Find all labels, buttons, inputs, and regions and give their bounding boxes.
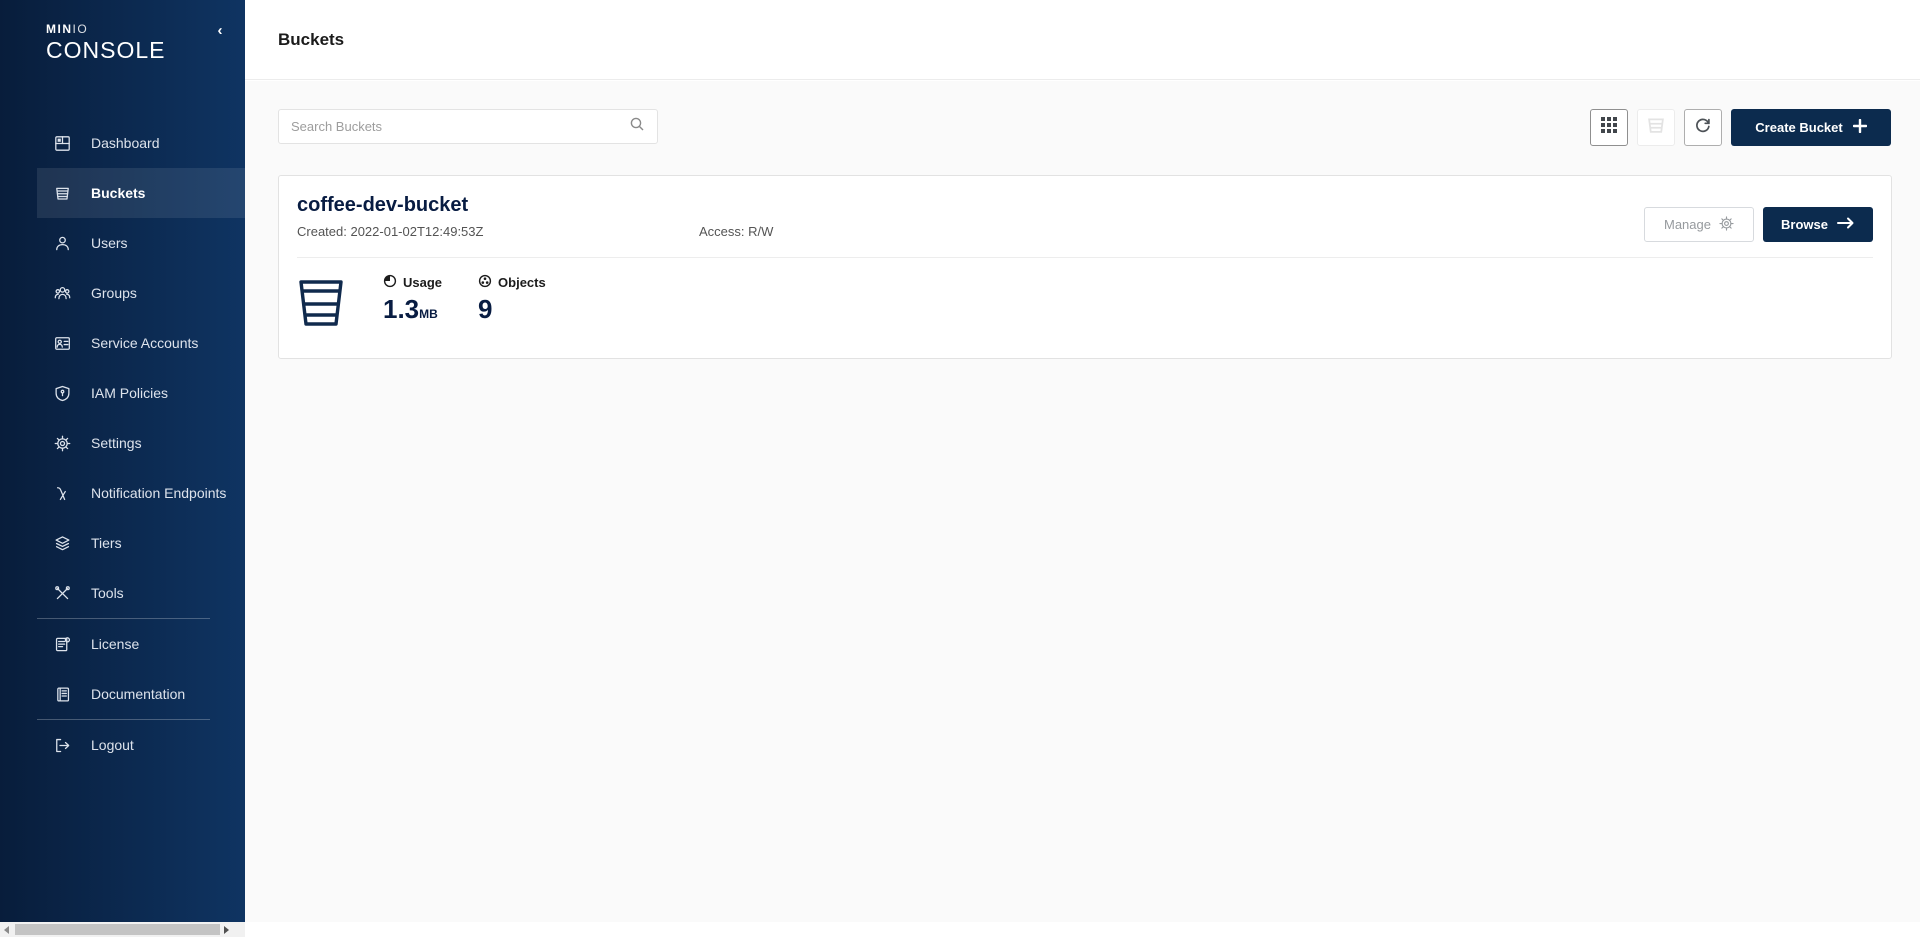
sidebar-item-iam-policies[interactable]: IAM Policies [37,368,245,418]
objects-icon [478,274,492,291]
bucket-meta-row: Created: 2022-01-02T12:49:53Z Access: R/… [297,224,773,239]
sidebar-item-label: Documentation [91,686,185,702]
sidebar-item-label: IAM Policies [91,385,168,401]
page-header: Buckets [245,0,1920,80]
id-card-icon [53,334,71,352]
bucket-icon [53,184,71,202]
grid-view-button[interactable] [1590,109,1628,146]
refresh-icon [1694,116,1712,139]
brand-bold: MIN [46,22,73,36]
bucket-icon [297,274,345,330]
search-box [278,109,658,144]
page-title: Buckets [278,30,344,50]
plus-icon [1853,119,1867,136]
sidebar-item-buckets[interactable]: Buckets [37,168,245,218]
sidebar-item-label: Dashboard [91,135,160,151]
book-icon [53,685,71,703]
manage-button[interactable]: Manage [1644,207,1754,242]
objects-label: Objects [498,275,546,290]
sidebar-item-label: Notification Endpoints [91,485,226,501]
horizontal-scrollbar [0,922,245,937]
sidebar-item-label: Service Accounts [91,335,198,351]
usage-label: Usage [403,275,442,290]
objects-label-row: Objects [478,274,546,291]
groups-icon [53,284,71,302]
layers-icon [53,534,71,552]
sidebar-nav: Dashboard Buckets Users Groups Service Accou… [0,118,245,770]
grid-view-icon [1600,116,1618,139]
sidebar-collapse-chevron-left-icon[interactable]: ‹ [211,22,229,40]
sidebar-item-label: Tiers [91,535,122,551]
product-name: CONSOLE [46,37,245,64]
sidebar-item-label: Settings [91,435,142,451]
bottom-spacer [245,922,1920,937]
sidebar-item-users[interactable]: Users [37,218,245,268]
bucket-card-titles: coffee-dev-bucket Created: 2022-01-02T12… [297,194,773,242]
sidebar: MINIO CONSOLE ‹ Dashboard Buckets Users Gro… [0,0,245,922]
sidebar-item-label: License [91,636,139,652]
sidebar-item-license[interactable]: License [37,619,245,669]
sidebar-item-label: Tools [91,585,124,601]
logout-icon [53,736,71,754]
bucket-card[interactable]: coffee-dev-bucket Created: 2022-01-02T12… [278,175,1892,359]
bucket-card-actions: Manage Browse [1644,194,1873,242]
main-content: Create Bucket coffee-dev-bucket Created:… [245,81,1920,922]
sidebar-item-label: Groups [91,285,137,301]
app-logo: MINIO CONSOLE ‹ [0,0,245,64]
tools-icon [53,584,71,602]
license-icon [53,635,71,653]
gear-icon [53,434,71,452]
sidebar-item-label: Logout [91,737,134,753]
bucket-name: coffee-dev-bucket [297,194,773,217]
bucket-card-body: Usage 1.3MB Objects [279,258,1891,330]
scrollbar-thumb[interactable] [15,924,220,935]
arrow-right-icon [1837,217,1855,232]
sidebar-item-notification-endpoints[interactable]: Notification Endpoints [37,468,245,518]
create-bucket-label: Create Bucket [1755,120,1842,135]
sidebar-item-logout[interactable]: Logout [37,720,245,770]
sidebar-item-groups[interactable]: Groups [37,268,245,318]
view-controls: Create Bucket [1590,109,1891,146]
bucket-card-header: coffee-dev-bucket Created: 2022-01-02T12… [279,176,1891,242]
usage-pie-icon [383,274,397,291]
usage-value: 1.3MB [383,296,442,322]
search-input[interactable] [291,119,629,134]
browse-button[interactable]: Browse [1763,207,1873,242]
shield-icon [53,384,71,402]
browse-label: Browse [1781,217,1828,232]
lambda-icon [53,484,71,502]
sidebar-item-documentation[interactable]: Documentation [37,669,245,719]
list-view-bucket-icon [1646,115,1666,140]
search-icon [629,116,645,137]
usage-metric: Usage 1.3MB [383,274,442,330]
bucket-created: Created: 2022-01-02T12:49:53Z [297,224,699,239]
objects-value: 9 [478,296,546,322]
bucket-access: Access: R/W [699,224,773,239]
sidebar-item-tiers[interactable]: Tiers [37,518,245,568]
sidebar-item-label: Buckets [91,185,145,201]
brand-light: IO [73,22,89,36]
objects-metric: Objects 9 [478,274,546,330]
gear-icon [1719,216,1734,234]
sidebar-item-label: Users [91,235,128,251]
manage-label: Manage [1664,217,1711,232]
scroll-left-arrow[interactable] [0,922,13,937]
scroll-right-arrow[interactable] [220,922,233,937]
sidebar-item-settings[interactable]: Settings [37,418,245,468]
controls-row: Create Bucket [278,109,1891,146]
user-icon [53,234,71,252]
sidebar-item-dashboard[interactable]: Dashboard [37,118,245,168]
sidebar-item-tools[interactable]: Tools [37,568,245,618]
usage-label-row: Usage [383,274,442,291]
list-view-button[interactable] [1637,109,1675,146]
create-bucket-button[interactable]: Create Bucket [1731,109,1891,146]
sidebar-item-service-accounts[interactable]: Service Accounts [37,318,245,368]
dashboard-icon [53,134,71,152]
refresh-button[interactable] [1684,109,1722,146]
